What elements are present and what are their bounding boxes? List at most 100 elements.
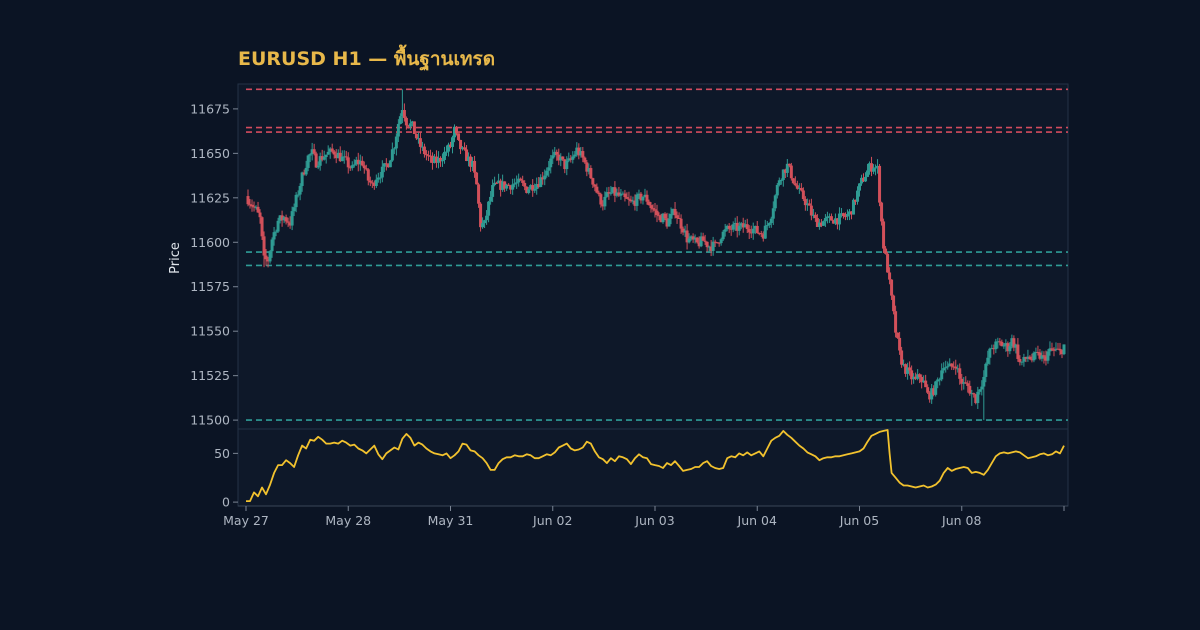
candle-body xyxy=(986,357,990,364)
candle-body xyxy=(866,170,870,177)
x-axis-ticks: May 27 May 28 May 31 Jun 02 Jun 03 Jun 04 Jun … xyxy=(223,506,1065,528)
candle-body xyxy=(966,383,970,386)
candle-body xyxy=(597,192,601,195)
candle-body xyxy=(769,218,773,224)
candle-body xyxy=(675,215,679,218)
candle-body xyxy=(821,221,825,226)
candle-body xyxy=(944,367,948,369)
candle-body xyxy=(841,213,845,217)
candle-body xyxy=(384,163,388,165)
candle-body xyxy=(362,165,366,169)
candle-body xyxy=(950,363,954,367)
oscillator-panel xyxy=(237,428,1069,507)
candle-body xyxy=(663,213,667,219)
candle-body xyxy=(352,164,356,166)
candle-body xyxy=(779,179,783,181)
price-axis-ticks: 11500 11525 11550 11575 11600 11625 11650 11675 xyxy=(190,101,238,428)
candle-body xyxy=(759,233,763,235)
candle-body xyxy=(396,123,400,137)
candle-body xyxy=(368,180,372,183)
candle-body xyxy=(513,183,517,185)
candle-body xyxy=(573,154,577,157)
candle-body xyxy=(890,279,894,296)
candle-body xyxy=(667,218,671,227)
candle-body xyxy=(589,168,593,179)
candle-body xyxy=(886,253,890,273)
candle-body xyxy=(874,167,878,169)
candle-body xyxy=(250,204,254,207)
x-tick-label: Jun 08 xyxy=(941,513,981,528)
candle-body xyxy=(908,367,912,371)
candle-body xyxy=(519,178,523,181)
candle-body xyxy=(645,194,649,202)
candle-body xyxy=(593,184,597,187)
osc-tick-label: 0 xyxy=(222,495,230,510)
candle-body xyxy=(286,221,290,223)
candle-body xyxy=(884,248,888,254)
candle-body xyxy=(1028,356,1032,360)
candle-body xyxy=(968,385,972,394)
candle-body xyxy=(511,184,515,190)
candle-body xyxy=(894,311,898,333)
candle-body xyxy=(392,148,396,150)
candle-body xyxy=(898,337,902,351)
candle-body xyxy=(284,217,288,222)
candle-body xyxy=(609,192,613,194)
candle-body xyxy=(719,239,723,244)
candle-body xyxy=(801,190,805,200)
candle-body xyxy=(555,151,559,155)
candle-body xyxy=(972,393,976,395)
candle-body xyxy=(473,160,477,173)
candle-body xyxy=(272,232,276,240)
candle-body xyxy=(292,207,296,212)
candle-body xyxy=(813,214,817,219)
candle-body xyxy=(412,121,416,134)
candle-body xyxy=(344,156,348,158)
candle-body xyxy=(388,160,392,168)
candle-body xyxy=(964,382,968,384)
candle-body xyxy=(444,151,448,153)
candle-body xyxy=(845,214,849,217)
candle-body xyxy=(1042,355,1046,357)
candle-body xyxy=(268,251,272,262)
candle-body xyxy=(551,155,555,159)
candle-body xyxy=(771,208,775,219)
candle-body xyxy=(976,391,980,404)
candle-body xyxy=(918,374,922,378)
candle-body xyxy=(451,137,455,147)
candle-body xyxy=(583,157,587,163)
candle-body xyxy=(938,379,942,381)
candle-body xyxy=(477,184,481,204)
candle-body xyxy=(924,380,928,388)
candle-body xyxy=(787,163,791,166)
candle-body xyxy=(599,194,603,205)
candle-body xyxy=(1016,344,1020,359)
candle-body xyxy=(306,155,310,168)
x-tick-label: Jun 02 xyxy=(532,513,572,528)
candle-body xyxy=(581,151,585,158)
candle-body xyxy=(882,221,886,249)
candle-body xyxy=(378,177,382,179)
candle-body xyxy=(402,109,406,118)
candle-body xyxy=(809,205,813,216)
candle-body xyxy=(721,231,725,240)
candle-body xyxy=(332,151,336,155)
candle-body xyxy=(829,216,833,221)
candle-body xyxy=(940,370,944,380)
candle-body xyxy=(727,225,731,229)
y-tick-label: 11625 xyxy=(190,190,230,205)
candle-body xyxy=(823,218,827,222)
candle-body xyxy=(653,209,657,211)
candle-body xyxy=(1032,352,1036,361)
candle-body xyxy=(701,236,705,241)
candle-body xyxy=(304,167,308,175)
candle-body xyxy=(627,198,631,200)
candle-body xyxy=(312,149,316,154)
candle-body xyxy=(591,178,595,185)
candle-body xyxy=(595,186,599,193)
candle-body xyxy=(481,223,485,228)
candle-body xyxy=(755,225,759,234)
candle-body xyxy=(1008,346,1012,352)
candle-body xyxy=(695,237,699,243)
candle-body xyxy=(673,208,677,216)
